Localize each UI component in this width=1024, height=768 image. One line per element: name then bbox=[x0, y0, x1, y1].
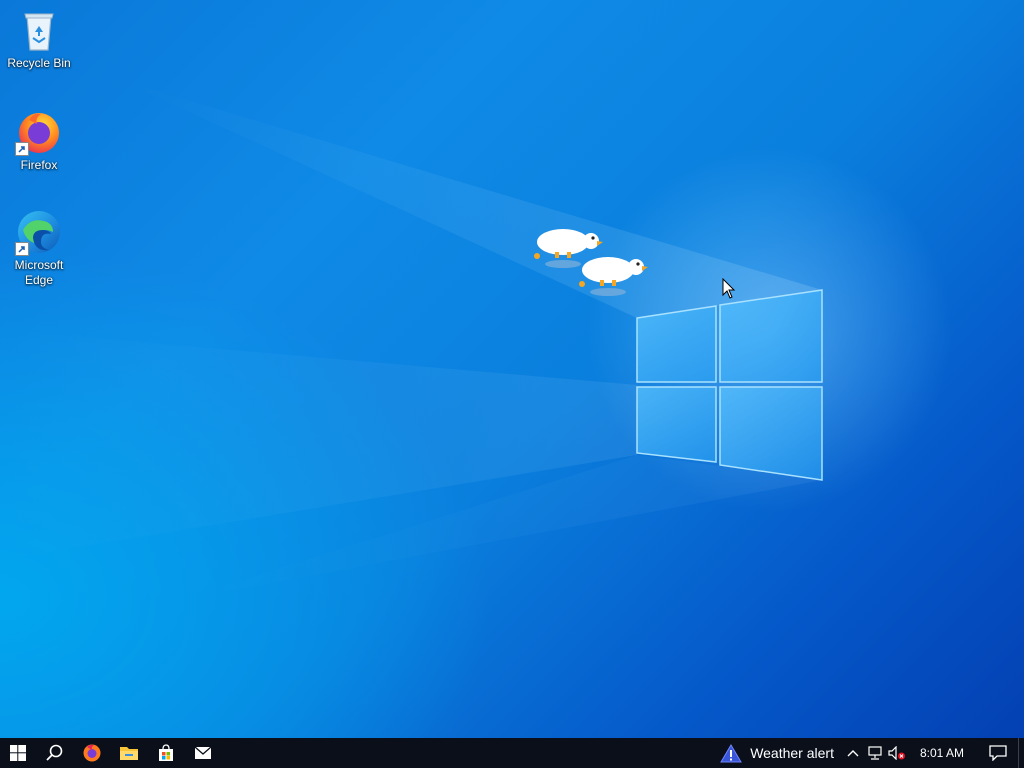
mail-icon bbox=[194, 746, 211, 759]
wallpaper bbox=[0, 80, 823, 600]
store-taskbar-button[interactable] bbox=[147, 738, 184, 768]
mouse-pointer-icon bbox=[722, 278, 736, 299]
file-explorer-taskbar-button[interactable] bbox=[110, 738, 147, 768]
show-desktop-button[interactable] bbox=[1018, 738, 1024, 768]
weather-widget[interactable]: Weather alert bbox=[714, 738, 842, 768]
recycle-bin-icon bbox=[15, 6, 63, 54]
action-center-button[interactable] bbox=[978, 738, 1018, 768]
goose-sprite[interactable] bbox=[578, 252, 648, 298]
folder-icon bbox=[119, 747, 138, 760]
warning-icon bbox=[720, 743, 743, 762]
firefox-label: Firefox bbox=[20, 158, 58, 172]
chevron-up-icon bbox=[847, 750, 859, 757]
volume-button[interactable] bbox=[886, 738, 908, 768]
notification-icon bbox=[989, 745, 1007, 761]
store-bag-icon bbox=[158, 744, 173, 761]
desktop-icon-edge[interactable]: Microsoft Edge bbox=[1, 208, 77, 288]
recycle-bin-label: Recycle Bin bbox=[7, 56, 71, 70]
clock-time: 8:01 AM bbox=[919, 746, 964, 760]
edge-icon bbox=[15, 208, 63, 256]
network-button[interactable] bbox=[864, 738, 886, 768]
mail-taskbar-button[interactable] bbox=[184, 738, 221, 768]
firefox-icon bbox=[83, 744, 100, 762]
search-button[interactable] bbox=[36, 738, 73, 768]
taskbar: Weather alert 8:01 AM bbox=[0, 738, 1024, 768]
shortcut-arrow-icon bbox=[15, 242, 29, 256]
weather-label: Weather alert bbox=[750, 745, 834, 761]
search-icon bbox=[45, 744, 62, 761]
start-button[interactable] bbox=[0, 738, 36, 768]
desktop-icon-recycle-bin[interactable]: Recycle Bin bbox=[1, 6, 77, 71]
firefox-taskbar-button[interactable] bbox=[73, 738, 110, 768]
system-tray: Weather alert 8:01 AM bbox=[714, 738, 1024, 768]
show-hidden-icons-button[interactable] bbox=[842, 738, 864, 768]
desktop-icon-firefox[interactable]: Firefox bbox=[1, 108, 77, 173]
network-icon bbox=[868, 746, 882, 760]
clock[interactable]: 8:01 AM bbox=[908, 738, 978, 768]
desktop[interactable]: Recycle Bin Firefox Microsoft Edge bbox=[0, 0, 1024, 738]
windows-logo-icon bbox=[10, 745, 26, 761]
shortcut-arrow-icon bbox=[15, 142, 29, 156]
volume-muted-icon bbox=[888, 746, 905, 760]
firefox-icon bbox=[15, 108, 63, 156]
edge-label: Microsoft Edge bbox=[14, 258, 64, 287]
